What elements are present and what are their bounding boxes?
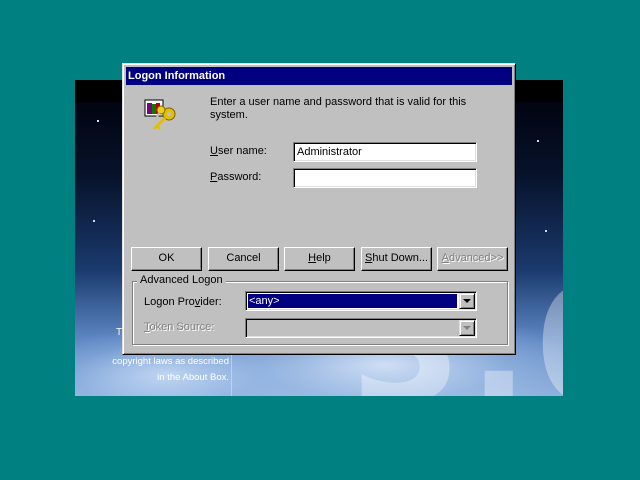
chevron-down-icon[interactable] [459,293,475,309]
label-text: ider: [200,296,222,308]
logon-provider-select[interactable]: <any> [245,291,477,311]
mnemonic: H [308,252,317,264]
label-text: ser name: [217,145,267,157]
username-field[interactable]: Administrator [293,142,477,162]
button-text: elp [316,252,331,264]
splash-divider [231,350,232,396]
star [545,230,547,232]
token-source-label: Token Source: [144,321,214,333]
star [537,140,539,142]
keys-icon [141,96,177,132]
dialog-title: Logon Information [128,70,226,82]
logon-dialog: Logon Information Enter a user name and … [122,63,516,355]
logon-provider-value: <any> [248,294,457,308]
shutdown-button[interactable]: Shut Down... [361,247,432,271]
token-source-select[interactable] [245,318,477,338]
label-text: assword: [217,171,262,183]
ok-button[interactable]: OK [131,247,202,271]
help-button[interactable]: Help [284,247,355,271]
label-text: Logon Pro [144,296,195,308]
dialog-titlebar[interactable]: Logon Information [126,67,512,85]
copyright-line: copyright laws as described [112,356,229,367]
advanced-button[interactable]: Advanced>> [437,247,508,271]
password-field[interactable] [293,168,477,188]
cancel-button[interactable]: Cancel [208,247,279,271]
advanced-logon-title: Advanced Logon [137,274,226,286]
splash-copyright: copyright laws as described in the About… [99,354,229,386]
username-label: User name: [210,145,267,157]
star [97,120,99,122]
star [93,220,95,222]
copyright-line: in the About Box. [157,372,229,383]
logon-provider-label: Logon Provider: [144,296,222,308]
button-text: hut Down... [372,252,428,264]
logon-prompt: Enter a user name and password that is v… [210,96,467,121]
button-text: dvanced>> [448,252,504,264]
mnemonic: A [441,252,449,264]
mnemonic: U [210,145,218,157]
chevron-down-icon [459,320,475,336]
label-text: oken Source: [149,321,215,333]
password-label: Password: [210,171,261,183]
